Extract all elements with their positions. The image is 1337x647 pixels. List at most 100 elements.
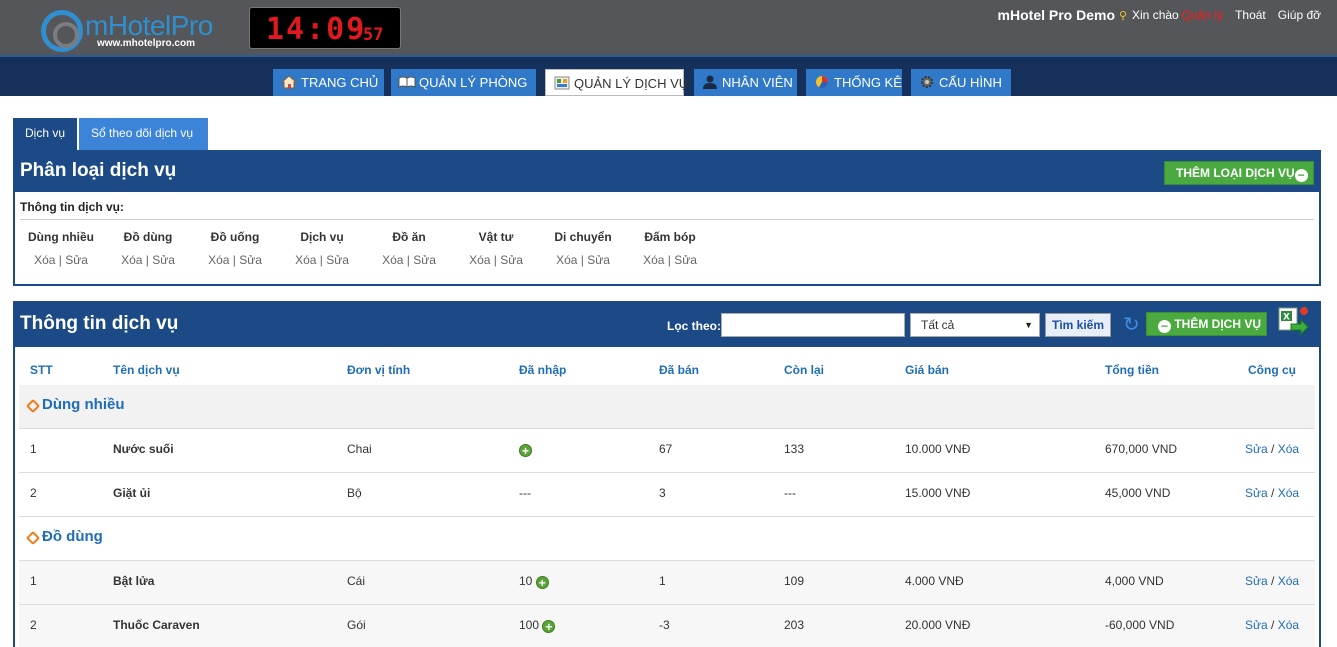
category-name: Đồ ăn [392,230,426,244]
cell-price: 4.000 VNĐ [905,574,964,588]
category-name: Đồ uống [210,230,260,244]
book-icon [398,76,416,88]
nav-config[interactable]: CẤU HÌNH [911,69,1011,96]
cell-name: Nước suối [113,442,174,456]
nav-stats[interactable]: THỐNG KÊ [806,69,902,96]
pie-chart-icon [816,76,828,89]
delete-link[interactable]: Xóa [1278,486,1299,500]
cell-price: 20.000 VNĐ [905,618,971,632]
nav-rooms[interactable]: QUẢN LÝ PHÒNG [391,69,536,96]
cell-imported: 100 + [519,618,556,633]
add-service-label: THÊM DỊCH VỤ [1174,317,1262,331]
nav-services[interactable]: QUẢN LÝ DỊCH VỤ [545,69,688,96]
category-item: Đồ ăn Xóa | Sửa [369,230,449,267]
cell-imported: 10 + [519,574,549,589]
diamond-icon [25,398,41,414]
svg-text:X: X [1283,313,1290,323]
category-actions[interactable]: Xóa | Sửa [369,253,449,267]
group-row: Đồ dùng [19,517,1315,561]
column-header: Đơn vị tính [347,363,411,377]
cell-remaining: 133 [784,442,805,456]
refresh-icon[interactable]: ↻ [1123,315,1143,335]
category-actions[interactable]: Xóa | Sửa [543,253,623,267]
cell-remaining: 109 [784,574,805,588]
minus-circle-icon: − [1158,320,1171,333]
edit-link[interactable]: Sửa [1245,618,1268,632]
category-item: Dùng nhiều Xóa | Sửa [21,230,101,267]
column-header: Tổng tiền [1105,363,1159,377]
table-row: 2 Thuốc Caraven Gói 100 + -3 203 20.000 … [19,605,1315,647]
category-panel-header: Phân loại dịch vụ THÊM LOẠI DỊCH VỤ − [15,152,1319,192]
column-header: STT [30,363,53,377]
delete-link[interactable]: Xóa [1278,574,1299,588]
filter-input[interactable] [721,313,905,337]
cell-tools: Sửa / Xóa [1245,574,1300,588]
category-actions[interactable]: Xóa | Sửa [630,253,710,267]
chevron-down-icon: ▼ [1024,320,1033,330]
column-header: Tên dịch vụ [113,363,180,377]
cell-unit: Cái [347,574,366,588]
search-button[interactable]: Tìm kiếm [1045,313,1111,337]
cell-stt: 1 [30,442,37,456]
table-row: 1 Bật lửa Cái 10 + 1 109 4.000 VNĐ 4,000… [19,561,1315,605]
service-panel-header: Thông tin dịch vụ Lọc theo: Tất cả ▼ Tìm… [15,303,1319,347]
category-name: Dùng nhiều [28,230,94,244]
logo[interactable]: mHotelPro www.mhotelpro.com [41,8,221,52]
filter-select[interactable]: Tất cả ▼ [910,313,1040,337]
filter-select-value: Tất cả [921,318,955,332]
cell-stt: 2 [30,618,37,632]
minus-circle-icon: − [1294,169,1308,182]
delete-link[interactable]: Xóa [1278,442,1299,456]
add-category-button[interactable]: THÊM LOẠI DỊCH VỤ − [1164,161,1314,185]
category-actions[interactable]: Xóa | Sửa [282,253,362,267]
tab-services[interactable]: Dịch vụ [13,118,77,150]
tab-service-log[interactable]: Sổ theo dõi dịch vụ [79,118,208,150]
cell-imported: --- [519,486,531,500]
user-name[interactable]: Quản lý [1182,8,1223,22]
excel-export-icon[interactable]: X [1277,306,1309,336]
service-panel-title: Thông tin dịch vụ [20,313,179,334]
cell-remaining: 203 [784,618,805,632]
greeting-text: Xin chào [1132,8,1179,22]
cell-total: -60,000 VND [1105,618,1175,632]
nav-staff[interactable]: NHÂN VIÊN [694,69,797,96]
delete-link[interactable]: Xóa [1278,618,1299,632]
category-actions[interactable]: Xóa | Sửa [108,253,188,267]
category-name: Dịch vụ [300,230,344,244]
nav-home[interactable]: TRANG CHỦ [273,69,384,96]
clock-time: 14:09 [266,12,367,47]
add-service-button[interactable]: − THÊM DỊCH VỤ [1146,312,1267,336]
add-stock-icon[interactable]: + [535,576,549,589]
edit-link[interactable]: Sửa [1245,574,1268,588]
cell-unit: Chai [347,442,372,456]
logout-link[interactable]: Thoát [1235,8,1266,22]
category-panel: Phân loại dịch vụ THÊM LOẠI DỊCH VỤ − Thô… [13,150,1321,286]
category-name: Đấm bóp [644,230,696,244]
home-icon [281,75,297,89]
cell-total: 670,000 VND [1105,442,1178,456]
cell-unit: Bộ [347,486,362,500]
category-actions[interactable]: Xóa | Sửa [21,253,101,267]
table-row: 1 Nước suối Chai + 67 133 10.000 VNĐ 670… [19,429,1315,473]
service-panel: Thông tin dịch vụ Lọc theo: Tất cả ▼ Tìm… [13,301,1321,647]
add-stock-icon[interactable]: + [542,620,556,633]
nav-stats-label: THỐNG KÊ [834,75,902,90]
logo-ring-icon [41,10,83,52]
add-stock-icon[interactable]: + [519,444,532,457]
nav-staff-label: NHÂN VIÊN [722,75,793,90]
category-actions[interactable]: Xóa | Sửa [456,253,536,267]
category-actions[interactable]: Xóa | Sửa [195,253,275,267]
brand-title: mHotel Pro Demo [997,7,1116,23]
category-item: Di chuyển Xóa | Sửa [543,230,623,267]
top-header: mHotelPro www.mhotelpro.com 14:09 57 mHo… [0,0,1337,55]
column-header: Công cụ [1248,363,1296,377]
cell-name: Bật lửa [113,574,155,588]
category-name: Vật tư [478,230,514,244]
category-item: Đồ uống Xóa | Sửa [195,230,275,267]
help-link[interactable]: Giúp đỡ [1278,8,1321,22]
cell-tools: Sửa / Xóa [1245,618,1300,632]
cell-unit: Gói [347,618,366,632]
cell-name: Giặt ủi [113,486,151,500]
edit-link[interactable]: Sửa [1245,486,1268,500]
edit-link[interactable]: Sửa [1245,442,1268,456]
